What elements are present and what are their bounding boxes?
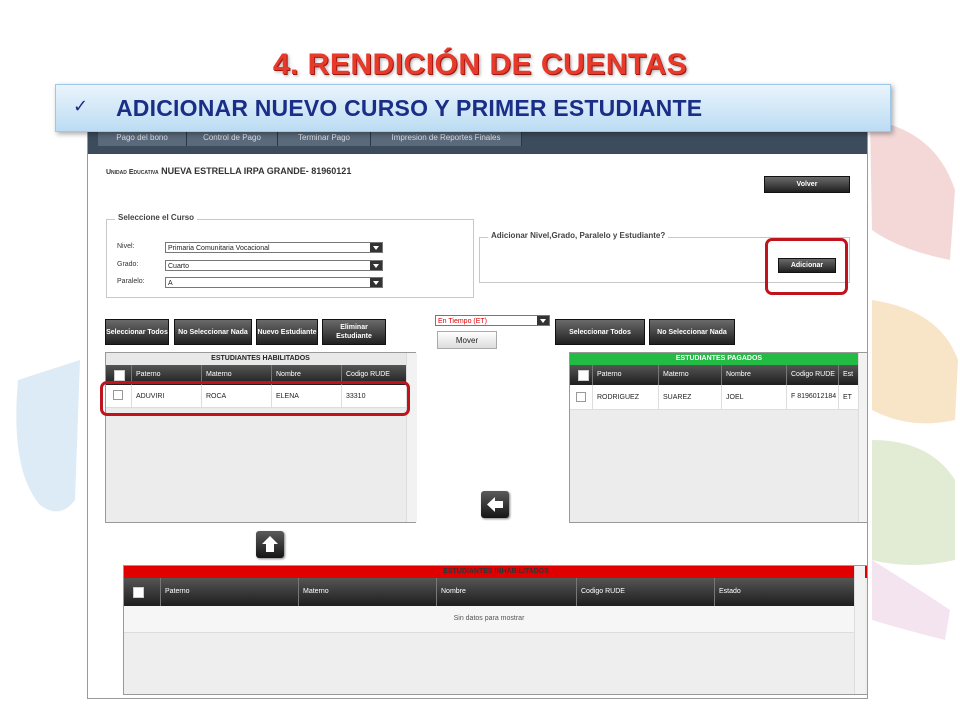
paid-students-grid: ESTUDIANTES PAGADOS Paterno Materno Nomb… [569, 352, 867, 523]
col-nombre[interactable]: Nombre [436, 578, 576, 606]
arrow-left-icon [487, 497, 503, 512]
paralelo-value: A [168, 280, 173, 287]
paid-grid-header: Paterno Materno Nombre Codigo RUDE Est [570, 365, 858, 385]
school-header: Unidad Educativa NUEVA ESTRELLA IRPA GRA… [106, 166, 351, 176]
subtitle-text: ADICIONAR NUEVO CURSO Y PRIMER ESTUDIANT… [116, 95, 703, 121]
nivel-select[interactable]: Primaria Comunitaria Vocacional [165, 242, 383, 253]
nivel-label: Nivel: [117, 243, 135, 250]
slide-title: 4. RENDICIÓN DE CUENTAS [272, 48, 688, 81]
col-materno[interactable]: Materno [298, 578, 436, 606]
move-left-button[interactable] [481, 491, 509, 518]
paralelo-select[interactable]: A [165, 277, 383, 288]
select-all-right-button[interactable]: Seleccionar Todos [555, 319, 645, 345]
col-estado[interactable]: Est [838, 365, 858, 385]
table-row[interactable]: RODRIGUEZ SUAREZ JOEL F 8196012184 ET [570, 385, 858, 410]
grado-value: Cuarto [168, 263, 190, 270]
col-nombre[interactable]: Nombre [721, 365, 786, 385]
col-estado[interactable]: Estado [714, 578, 854, 606]
app-window: Pago del bono Control de Pago Terminar P… [87, 107, 868, 699]
select-all-checkbox[interactable] [578, 370, 589, 381]
tab-terminar-pago[interactable]: Terminar Pago [278, 130, 371, 146]
arrow-up-icon [262, 536, 278, 552]
disabled-grid-header: Paterno Materno Nombre Codigo RUDE Estad… [124, 578, 854, 606]
disabled-students-grid: ESTUDIANTES INHABILITADOS Paterno Matern… [123, 565, 867, 695]
mover-button[interactable]: Mover [437, 331, 497, 349]
cell-paterno: RODRIGUEZ [592, 385, 658, 409]
scrollbar[interactable] [406, 353, 417, 522]
new-student-button[interactable]: Nuevo Estudiante [256, 319, 318, 345]
highlight-student-row [100, 381, 410, 416]
chevron-down-icon [370, 278, 382, 287]
tab-pago-bono[interactable]: Pago del bono [98, 130, 187, 146]
enabled-students-grid: ESTUDIANTES HABILITADOS Paterno Materno … [105, 352, 417, 523]
cell-materno: SUAREZ [658, 385, 721, 409]
nivel-value: Primaria Comunitaria Vocacional [168, 245, 270, 252]
select-none-right-button[interactable]: No Seleccionar Nada [649, 319, 735, 345]
course-legend: Seleccione el Curso [115, 213, 198, 222]
cell-estado: ET [838, 385, 858, 409]
move-state-value: En Tiempo (ET) [438, 318, 488, 325]
volver-button[interactable]: Volver [764, 176, 850, 193]
add-legend: Adicionar Nivel,Grado, Paralelo y Estudi… [488, 231, 669, 240]
paid-grid-title: ESTUDIANTES PAGADOS [570, 353, 867, 365]
scrollbar[interactable] [858, 353, 867, 522]
grado-select[interactable]: Cuarto [165, 260, 383, 271]
school-name: NUEVA ESTRELLA IRPA GRANDE- 81960121 [161, 166, 352, 176]
col-codigo-rude[interactable]: Codigo RUDE [576, 578, 714, 606]
row-checkbox[interactable] [576, 392, 586, 402]
col-codigo-rude[interactable]: Codigo RUDE [786, 365, 838, 385]
course-fieldset: Seleccione el Curso Nivel: Primaria Comu… [106, 213, 474, 298]
cell-codigo-rude: F 8196012184 [786, 385, 838, 409]
tab-impresion-reportes[interactable]: Impresion de Reportes Finales [371, 130, 522, 146]
select-all-left-button[interactable]: Seleccionar Todos [105, 319, 169, 345]
highlight-adicionar [765, 238, 848, 295]
school-prefix: Unidad Educativa [106, 169, 159, 176]
enabled-grid-title: ESTUDIANTES HABILITADOS [106, 353, 415, 365]
col-paterno[interactable]: Paterno [592, 365, 658, 385]
col-paterno[interactable]: Paterno [160, 578, 298, 606]
select-all-checkbox[interactable] [133, 587, 144, 598]
select-none-left-button[interactable]: No Seleccionar Nada [174, 319, 252, 345]
chevron-down-icon [537, 316, 549, 325]
cell-nombre: JOEL [721, 385, 786, 409]
scrollbar[interactable] [854, 566, 865, 694]
move-state-select[interactable]: En Tiempo (ET) [435, 315, 550, 326]
select-all-checkbox[interactable] [114, 370, 125, 381]
empty-message: Sin datos para mostrar [124, 606, 854, 633]
chevron-down-icon [370, 243, 382, 252]
col-materno[interactable]: Materno [658, 365, 721, 385]
disabled-grid-title: ESTUDIANTES INHABILITADOS [124, 566, 867, 578]
move-up-button[interactable] [256, 531, 284, 558]
tab-control-pago[interactable]: Control de Pago [187, 130, 278, 146]
check-icon: ✓ [73, 96, 89, 117]
grado-label: Grado: [117, 261, 139, 268]
paralelo-label: Paralelo: [117, 278, 145, 285]
subtitle-bar: ✓ ADICIONAR NUEVO CURSO Y PRIMER ESTUDIA… [55, 84, 891, 132]
chevron-down-icon [370, 261, 382, 270]
delete-student-button[interactable]: Eliminar Estudiante [322, 319, 386, 345]
